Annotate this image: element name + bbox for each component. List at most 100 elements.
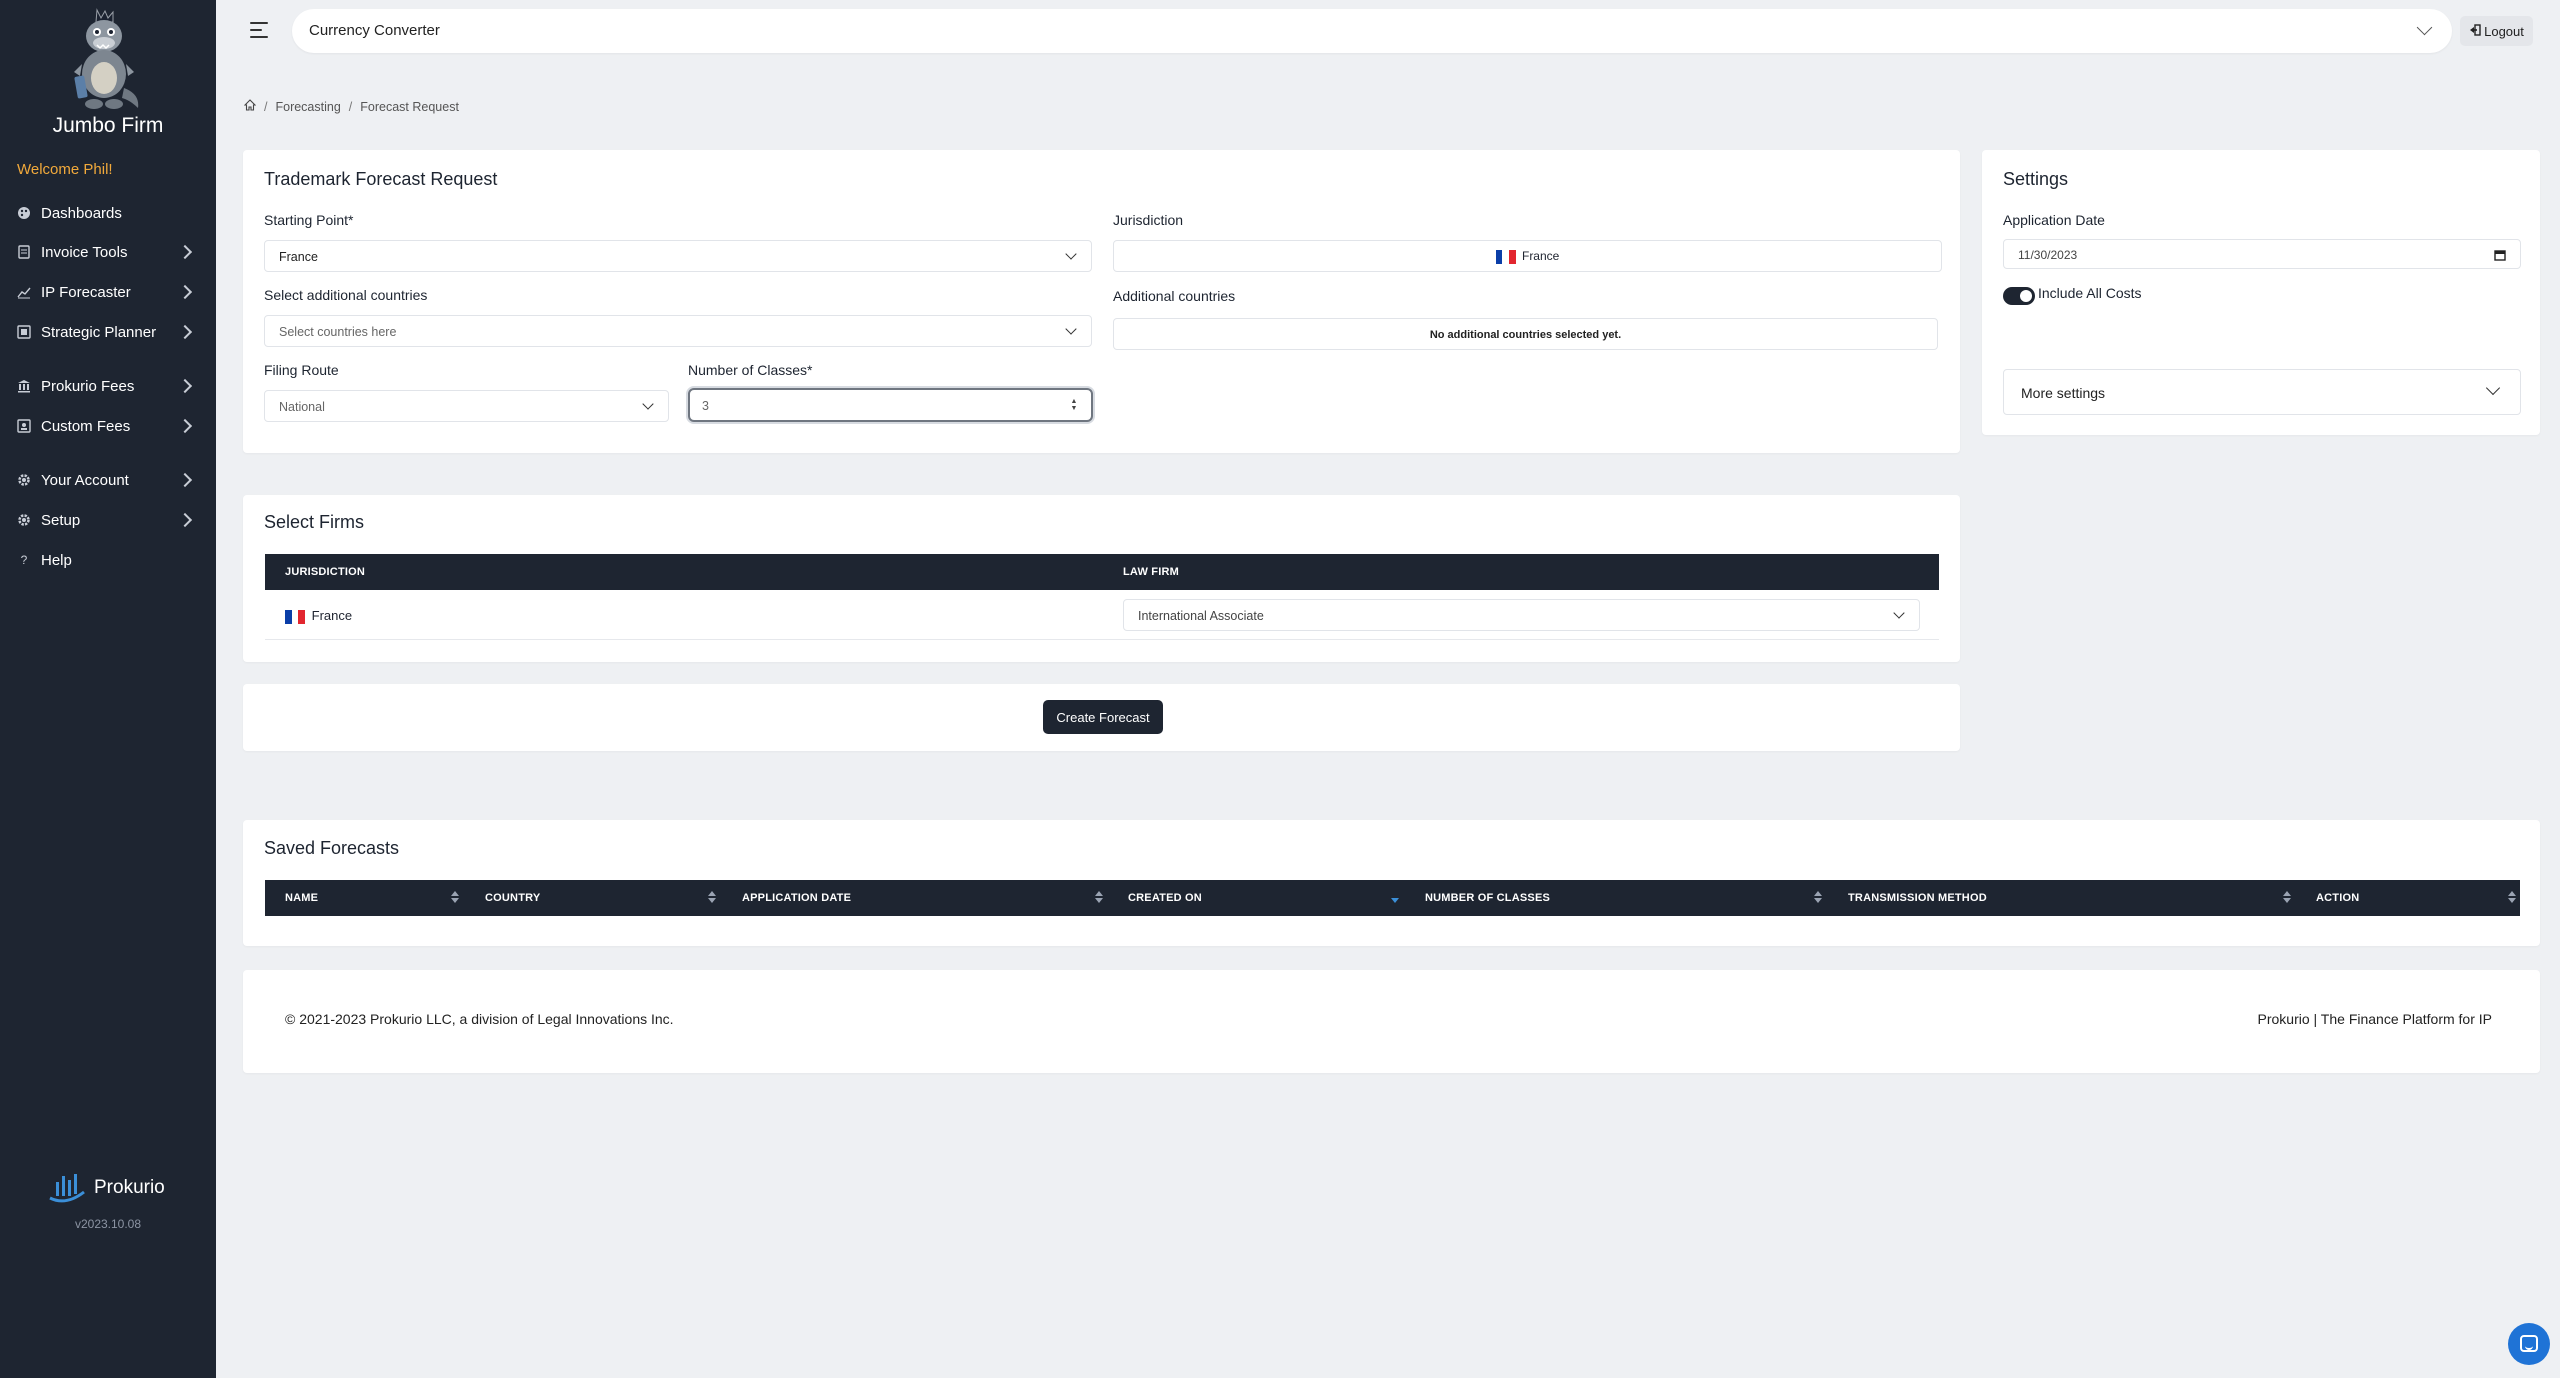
- sidebar-item-invoice-tools[interactable]: Invoice Tools: [0, 237, 216, 267]
- menu-toggle-button[interactable]: [250, 22, 270, 38]
- sort-icon[interactable]: [1814, 891, 1822, 905]
- prokurio-logo: Prokurio: [46, 1172, 165, 1204]
- select-firms-title: Select Firms: [264, 512, 365, 532]
- column-header-country[interactable]: COUNTRY: [485, 892, 540, 904]
- logout-icon: [2469, 23, 2481, 39]
- sidebar-item-custom-fees[interactable]: Custom Fees: [0, 411, 216, 441]
- sidebar-item-your-account[interactable]: Your Account: [0, 465, 216, 495]
- sort-icon[interactable]: [708, 891, 716, 905]
- row-jurisdiction: France: [285, 608, 352, 624]
- toggle-knob: [2020, 290, 2032, 302]
- sidebar-item-strategic-planner[interactable]: Strategic Planner: [0, 317, 216, 347]
- chevron-down-icon: [1065, 248, 1077, 260]
- number-of-classes-value: 3: [702, 399, 709, 413]
- hamburger-line: [250, 22, 268, 24]
- chart-icon: [16, 284, 32, 300]
- footer-copyright: © 2021-2023 Prokurio LLC, a division of …: [285, 1011, 674, 1027]
- more-settings-label: More settings: [2021, 385, 2106, 401]
- chevron-right-icon: [177, 512, 193, 528]
- breadcrumb-forecast-request: Forecast Request: [360, 99, 459, 114]
- invoice-icon: [16, 418, 32, 434]
- column-header-created-on[interactable]: CREATED ON: [1128, 892, 1202, 904]
- footer-tagline: Prokurio | The Finance Platform for IP: [2257, 1011, 2492, 1027]
- filing-route-select[interactable]: National: [264, 390, 669, 422]
- sidebar-item-label: IP Forecaster: [41, 283, 131, 301]
- sidebar-item-ip-forecaster[interactable]: IP Forecaster: [0, 277, 216, 307]
- breadcrumb-forecasting[interactable]: Forecasting: [275, 100, 340, 114]
- column-header-transmission-method[interactable]: TRANSMISSION METHOD: [1848, 892, 1987, 904]
- breadcrumb-separator: /: [264, 99, 268, 114]
- more-settings-accordion[interactable]: More settings: [2003, 369, 2521, 415]
- france-flag-icon: [285, 609, 305, 624]
- column-header-application-date[interactable]: APPLICATION DATE: [742, 892, 851, 904]
- bank-icon: [16, 378, 32, 394]
- forecast-request-card: Trademark Forecast Request Starting Poin…: [243, 150, 1960, 453]
- create-forecast-card: Create Forecast: [243, 684, 1960, 751]
- number-of-classes-input[interactable]: 3 ▲ ▼: [688, 388, 1093, 422]
- currency-converter-dropdown[interactable]: Currency Converter: [292, 9, 2452, 53]
- chevron-right-icon: [177, 472, 193, 488]
- additional-countries-empty: No additional countries selected yet.: [1429, 329, 1622, 341]
- number-of-classes-label: Number of Classes*: [688, 362, 813, 378]
- app-version: v2023.10.08: [74, 1217, 142, 1231]
- home-icon[interactable]: [243, 99, 257, 114]
- card-title: Trademark Forecast Request: [264, 169, 498, 189]
- additional-countries-label: Additional countries: [1113, 288, 1236, 304]
- law-firm-value: International Associate: [1138, 609, 1264, 623]
- prokurio-logo-icon: [49, 1174, 85, 1203]
- saved-forecasts-title: Saved Forecasts: [264, 838, 400, 858]
- sort-desc-icon[interactable]: [1391, 891, 1399, 905]
- firms-table-header: JURISDICTION LAW FIRM: [265, 554, 1939, 590]
- law-firm-select[interactable]: International Associate: [1123, 599, 1920, 631]
- application-date-input[interactable]: 11/30/2023: [2003, 239, 2521, 269]
- planner-icon: [16, 324, 32, 340]
- jurisdiction-value: France: [1521, 249, 1560, 263]
- sidebar-item-prokurio-fees[interactable]: Prokurio Fees: [0, 371, 216, 401]
- stepper-arrows-icon[interactable]: ▲ ▼: [1070, 398, 1078, 412]
- column-header-name[interactable]: NAME: [285, 892, 318, 904]
- additional-countries-placeholder: Select countries here: [279, 325, 397, 339]
- additional-countries-select[interactable]: Select countries here: [264, 315, 1092, 347]
- settings-card: Settings Application Date 11/30/2023 Inc…: [1982, 150, 2540, 435]
- sidebar-item-label: Strategic Planner: [41, 323, 157, 341]
- palette-icon: [16, 205, 32, 221]
- include-all-costs-toggle[interactable]: [2003, 287, 2035, 305]
- france-flag-icon: [1495, 249, 1516, 264]
- column-header-action[interactable]: ACTION: [2316, 892, 2359, 904]
- gear-icon: [16, 512, 32, 528]
- sidebar-item-dashboards[interactable]: Dashboards: [0, 198, 216, 228]
- saved-forecasts-table-header: NAME COUNTRY APPLICATION DATE CREATED ON…: [265, 880, 2520, 916]
- sidebar-item-setup[interactable]: Setup: [0, 505, 216, 535]
- additional-countries-list: No additional countries selected yet.: [1113, 318, 1938, 350]
- filing-route-value: National: [279, 400, 325, 414]
- filing-route-label: Filing Route: [264, 362, 339, 378]
- currency-converter-title: Currency Converter: [309, 22, 440, 39]
- sidebar-item-label: Setup: [41, 511, 81, 529]
- chat-support-button[interactable]: [2508, 1323, 2550, 1365]
- chevron-right-icon: [177, 244, 193, 260]
- column-header-number-of-classes[interactable]: NUMBER OF CLASSES: [1425, 892, 1550, 904]
- mascot-logo: [74, 8, 139, 109]
- sort-icon[interactable]: [451, 891, 459, 905]
- chevron-down-icon: [1893, 607, 1905, 619]
- calendar-icon[interactable]: [2494, 248, 2506, 266]
- chevron-right-icon: [177, 418, 193, 434]
- breadcrumb: / Forecasting / Forecast Request: [243, 99, 459, 114]
- hamburger-line: [250, 36, 268, 38]
- create-forecast-button[interactable]: Create Forecast: [1043, 700, 1163, 734]
- starting-point-label: Starting Point*: [264, 212, 354, 228]
- sort-icon[interactable]: [1095, 891, 1103, 905]
- column-header: JURISDICTION: [285, 566, 366, 578]
- chevron-down-icon: [642, 398, 654, 410]
- chevron-right-icon: [177, 324, 193, 340]
- sort-icon[interactable]: [2283, 891, 2291, 905]
- document-icon: [16, 244, 32, 260]
- chevron-down-icon: [2485, 380, 2501, 396]
- sort-icon[interactable]: [2508, 891, 2516, 905]
- chevron-down-icon: [1065, 323, 1077, 335]
- starting-point-select[interactable]: France: [264, 240, 1092, 272]
- sidebar-item-label: Invoice Tools: [41, 243, 128, 261]
- logout-button[interactable]: Logout: [2460, 16, 2533, 46]
- sidebar-item-help[interactable]: ? Help: [0, 545, 216, 575]
- select-firms-card: Select Firms JURISDICTION LAW FIRM Franc…: [243, 495, 1960, 662]
